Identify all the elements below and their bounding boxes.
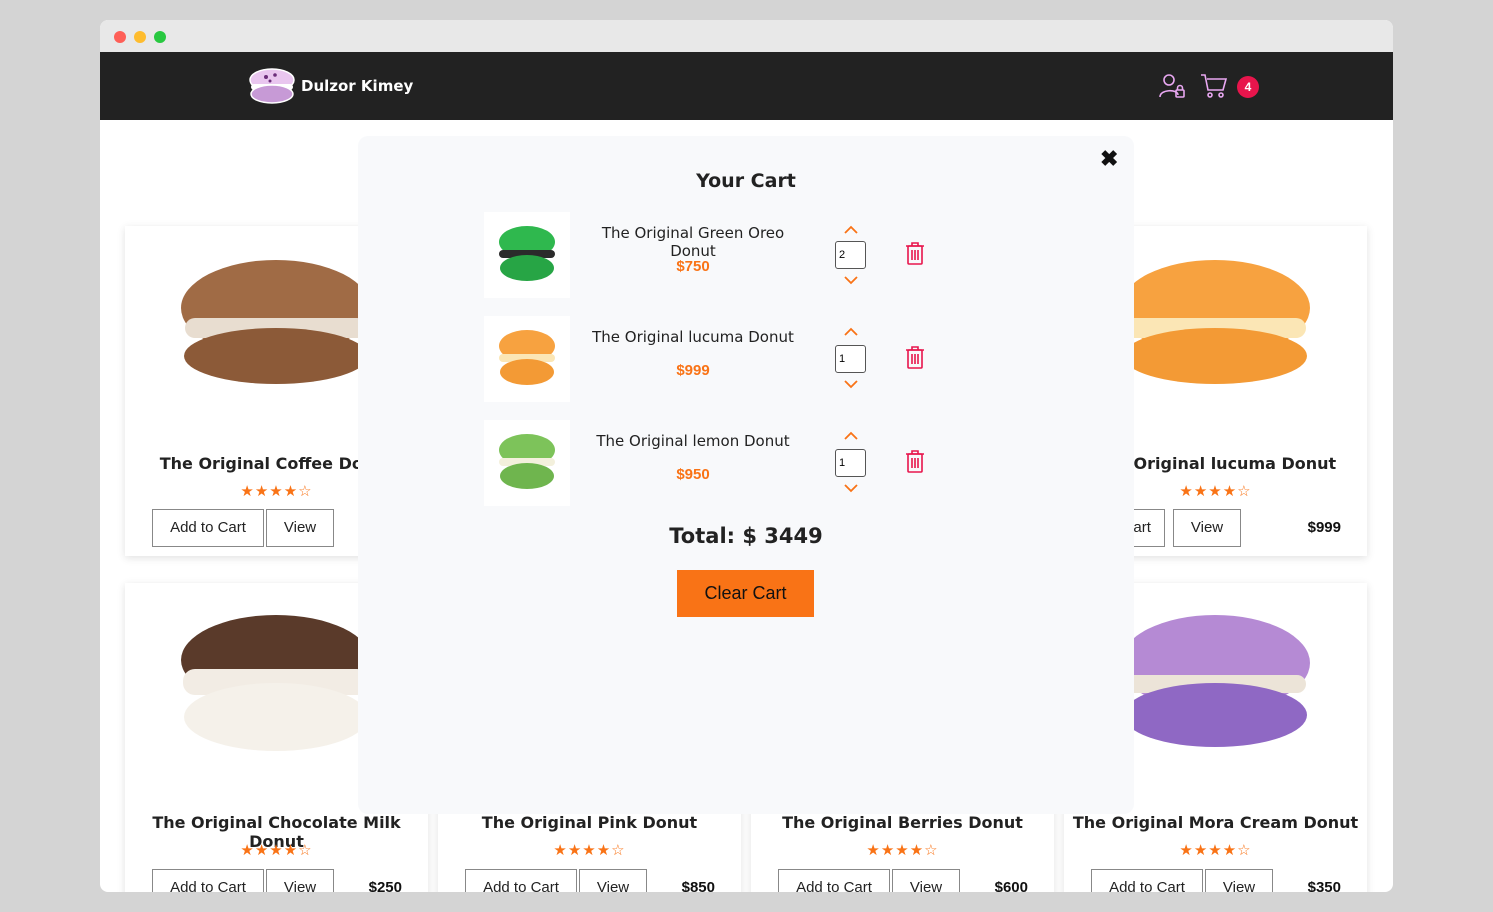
cart-item: The Original lemon Donut $950 1 xyxy=(484,420,944,506)
product-image xyxy=(181,615,371,751)
brand-name[interactable]: Dulzor Kimey xyxy=(301,77,413,95)
add-to-cart-button[interactable]: Add to Cart xyxy=(778,869,890,892)
product-price: $850 xyxy=(681,879,715,892)
cart-count-badge[interactable]: 4 xyxy=(1237,76,1259,98)
macaron-logo-icon[interactable] xyxy=(248,66,296,106)
trash-icon[interactable] xyxy=(904,240,926,266)
decrement-chevron-down-icon[interactable] xyxy=(836,274,866,288)
cart-item-price: $999 xyxy=(676,362,710,379)
rating-stars: ★★★★☆ xyxy=(1179,842,1252,859)
view-button[interactable]: View xyxy=(1173,509,1241,547)
cart-icon[interactable] xyxy=(1200,72,1228,100)
product-name[interactable]: The Original Berries Donut xyxy=(751,813,1054,832)
maximize-window-button[interactable] xyxy=(154,31,166,43)
add-to-cart-button[interactable]: Add to Cart xyxy=(152,509,264,547)
rating-stars: ★★★★☆ xyxy=(553,842,626,859)
quantity-input[interactable]: 1 xyxy=(835,345,866,373)
quantity-input[interactable]: 2 xyxy=(835,241,866,269)
cart-item-name: The Original Green Oreo Donut xyxy=(601,224,785,260)
cart-item-name: The Original lemon Donut xyxy=(596,432,790,450)
browser-window: Dulzor Kimey 4 The Original Coffee Donut… xyxy=(100,20,1393,892)
decrement-chevron-down-icon[interactable] xyxy=(836,378,866,392)
user-lock-icon[interactable] xyxy=(1158,73,1186,99)
add-to-cart-button[interactable]: Add to Cart xyxy=(1091,869,1203,892)
navbar: Dulzor Kimey 4 xyxy=(100,52,1393,120)
minimize-window-button[interactable] xyxy=(134,31,146,43)
add-to-cart-button[interactable]: Add to Cart xyxy=(152,869,264,892)
product-price: $250 xyxy=(368,879,402,892)
product-name[interactable]: The Original Mora Cream Donut xyxy=(1064,813,1367,832)
increment-chevron-up-icon[interactable] xyxy=(836,222,866,236)
close-window-button[interactable] xyxy=(114,31,126,43)
view-button[interactable]: View xyxy=(892,869,960,892)
quantity-input[interactable]: 1 xyxy=(835,449,866,477)
view-button[interactable]: View xyxy=(266,509,334,547)
product-price: $350 xyxy=(1307,879,1341,892)
increment-chevron-up-icon[interactable] xyxy=(836,324,866,338)
add-to-cart-button[interactable]: Add to Cart xyxy=(465,869,577,892)
cart-item-image xyxy=(484,212,570,298)
trash-icon[interactable] xyxy=(904,344,926,370)
rating-stars: ★★★★☆ xyxy=(866,842,939,859)
product-name[interactable]: The Original Pink Donut xyxy=(438,813,741,832)
view-button[interactable]: View xyxy=(579,869,647,892)
cart-item: The Original Green Oreo Donut $750 2 xyxy=(484,212,944,298)
cart-item-price: $750 xyxy=(676,258,710,275)
close-icon[interactable]: ✖ xyxy=(1100,146,1118,172)
product-price: $999 xyxy=(1307,519,1341,536)
product-image xyxy=(1120,615,1310,747)
product-image xyxy=(181,260,371,384)
product-image xyxy=(1120,260,1310,384)
cart-item: The Original lucuma Donut $999 1 xyxy=(484,316,944,402)
product-price: $600 xyxy=(994,879,1028,892)
cart-item-name: The Original lucuma Donut xyxy=(592,328,794,346)
cart-total: Total: $ 3449 xyxy=(669,524,823,548)
cart-item-image xyxy=(484,316,570,402)
window-titlebar xyxy=(100,20,1393,52)
trash-icon[interactable] xyxy=(904,448,926,474)
view-button[interactable]: View xyxy=(266,869,334,892)
cart-item-price: $950 xyxy=(676,466,710,483)
decrement-chevron-down-icon[interactable] xyxy=(836,482,866,496)
clear-cart-button[interactable]: Clear Cart xyxy=(677,570,814,617)
view-button[interactable]: View xyxy=(1205,869,1273,892)
cart-title: Your Cart xyxy=(696,170,796,192)
cart-item-image xyxy=(484,420,570,506)
rating-stars: ★★★★☆ xyxy=(240,842,313,859)
increment-chevron-up-icon[interactable] xyxy=(836,428,866,442)
cart-modal: ✖ Your Cart The Original Green Oreo Donu… xyxy=(358,136,1134,814)
